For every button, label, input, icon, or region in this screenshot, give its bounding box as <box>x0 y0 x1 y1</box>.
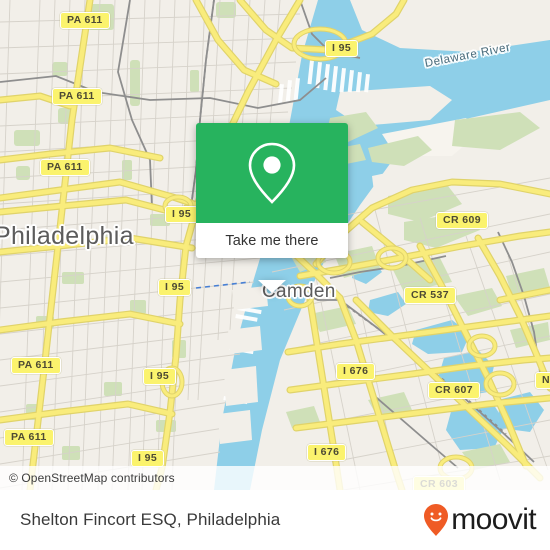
map-screenshot-root: Philadelphia Camden Delaware River PA 61… <box>0 0 550 550</box>
osm-attribution-text: © OpenStreetMap contributors <box>9 471 175 485</box>
osm-attribution-bar: © OpenStreetMap contributors <box>0 466 550 490</box>
location-popup-card[interactable]: Take me there <box>196 123 348 293</box>
footer-bar: Shelton Fincort ESQ, Philadelphia moovit <box>0 490 550 550</box>
footer-content: Shelton Fincort ESQ, Philadelphia moovit <box>0 490 550 550</box>
take-me-there-label: Take me there <box>225 232 319 249</box>
map-canvas[interactable]: Philadelphia Camden Delaware River PA 61… <box>0 0 550 490</box>
take-me-there-button[interactable]: Take me there <box>196 223 348 258</box>
moovit-brand: moovit <box>423 503 537 537</box>
moovit-smiley-pin-icon <box>424 504 449 536</box>
map-pin-icon <box>248 142 296 204</box>
popup-pointer-tail <box>258 280 286 293</box>
moovit-wordmark: moovit <box>451 503 536 536</box>
popup-header <box>196 123 348 223</box>
location-title: Shelton Fincort ESQ, Philadelphia <box>20 510 281 529</box>
